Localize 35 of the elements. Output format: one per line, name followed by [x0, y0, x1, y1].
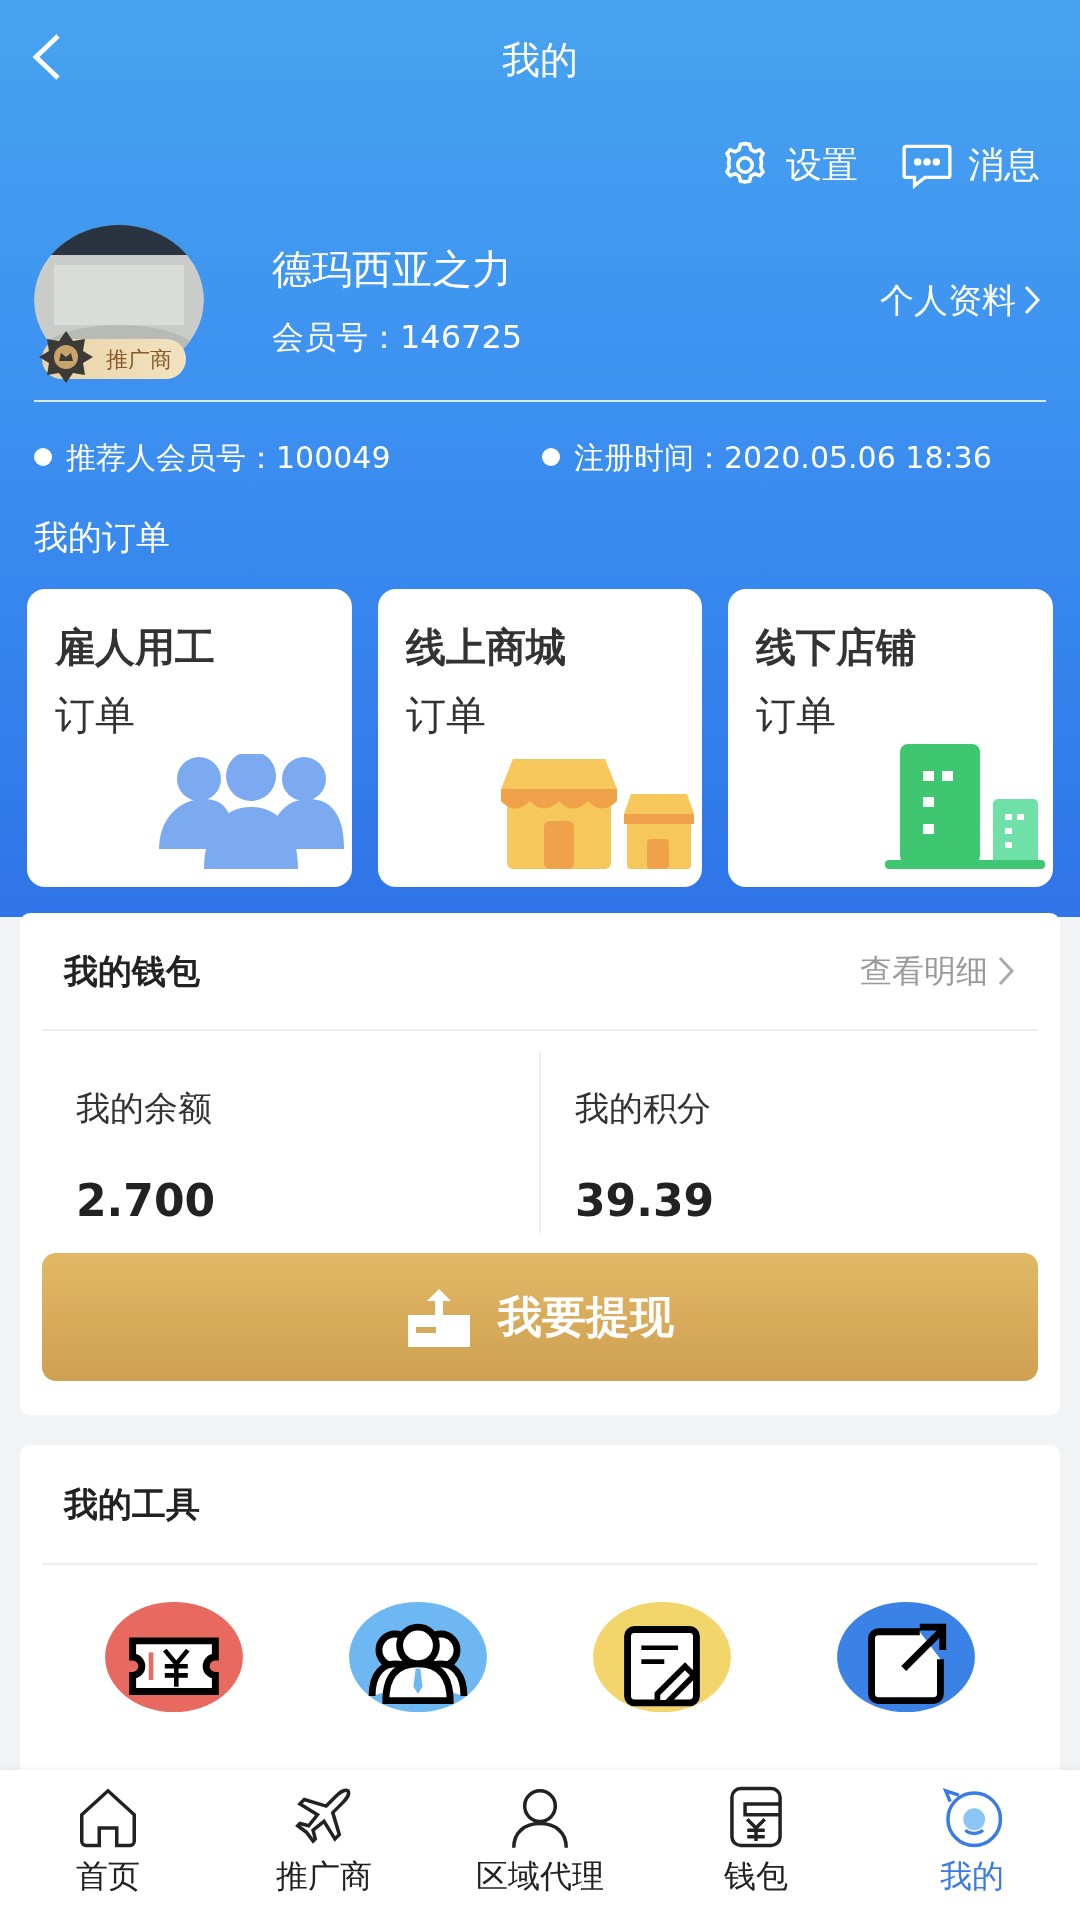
tab-bar-item[interactable]: 推广商 [216, 1770, 432, 1920]
buildings-icon [885, 744, 1045, 869]
medal-icon [38, 329, 94, 385]
user-name: 德玛西亚之力 [272, 245, 513, 294]
tab-bar-item[interactable]: 我的 [864, 1770, 1080, 1920]
tab-bar-item[interactable]: 钱包 [648, 1770, 864, 1920]
card-heading: 我的钱包 [64, 949, 200, 993]
card-subtitle: 订单 [55, 691, 136, 740]
bullet-icon [34, 448, 52, 466]
stat-value: 2.700 [76, 1174, 217, 1228]
order-card[interactable]: 线下店铺 订单 [728, 589, 1053, 887]
info-text: 注册时间：2020.05.06 18:36 [574, 438, 992, 477]
tab-bar-item[interactable]: 首页 [0, 1770, 216, 1920]
card-title: 雇人用工 [55, 623, 216, 672]
member-number: 会员号：146725 [272, 317, 523, 358]
info-text: 推荐人会员号：100049 [66, 438, 391, 477]
section-title: 我的订单 [33, 516, 171, 559]
stat-value: 39.39 [575, 1174, 716, 1228]
card-subtitle: 订单 [405, 691, 487, 740]
card-heading: 我的工具 [64, 1482, 200, 1526]
card-subtitle: 订单 [756, 691, 838, 740]
chevron-right-icon [1024, 285, 1042, 315]
page-title: 我的 [502, 36, 578, 84]
order-card[interactable]: 线上商城 订单 [377, 589, 703, 887]
tab-bar-item[interactable]: 区域代理 [432, 1770, 648, 1920]
stat-label: 我的积分 [575, 1087, 712, 1130]
stat-label: 我的余额 [76, 1087, 213, 1130]
shop-icon [499, 759, 695, 869]
people-icon [158, 754, 344, 869]
card-title: 线上商城 [405, 623, 567, 672]
order-card[interactable]: 雇人用工 订单 [27, 589, 352, 887]
withdraw-icon [406, 1287, 472, 1347]
chevron-right-icon [998, 956, 1016, 986]
card-title: 线下店铺 [756, 623, 918, 672]
bullet-icon [542, 448, 560, 466]
